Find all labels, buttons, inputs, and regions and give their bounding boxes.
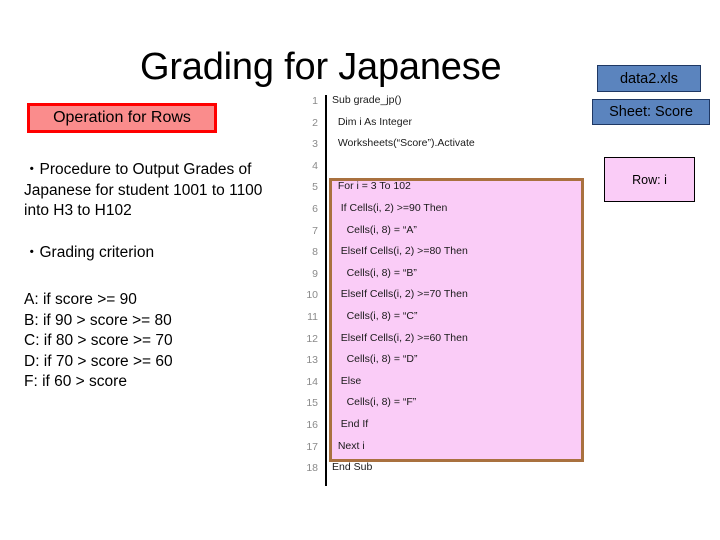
- code-line: 5 For i = 3 To 102: [296, 179, 596, 201]
- code-line-number: 2: [312, 116, 318, 129]
- code-line-number: 15: [306, 397, 318, 410]
- code-line: 8 ElseIf Cells(i, 2) >=80 Then: [296, 244, 596, 266]
- callout-file: data2.xls: [597, 65, 701, 92]
- code-line: 4: [296, 158, 596, 180]
- code-line-text: ElseIf Cells(i, 2) >=80 Then: [332, 245, 468, 258]
- code-line-number: 7: [312, 224, 318, 237]
- code-line: 3 Worksheets(“Score”).Activate: [296, 136, 596, 158]
- grading-criterion-item: A: if score >= 90: [24, 291, 137, 308]
- code-line-number: 13: [306, 354, 318, 367]
- grading-criterion-item: F: if 60 > score: [24, 373, 127, 390]
- code-line-text: For i = 3 To 102: [332, 180, 411, 193]
- code-line-number: 18: [306, 462, 318, 475]
- callout-row-label: Row: i: [632, 172, 667, 187]
- code-line-text: ElseIf Cells(i, 2) >=60 Then: [332, 331, 468, 344]
- code-line-text: End If: [332, 417, 369, 430]
- code-line-text: Cells(i, 8) = “C”: [332, 309, 418, 322]
- callout-sheet-label: Sheet: Score: [609, 104, 693, 120]
- code-line-number: 8: [312, 246, 318, 259]
- code-line: 1 Sub grade_jp(): [296, 93, 596, 115]
- code-line: 15 Cells(i, 8) = “F”: [296, 395, 596, 417]
- code-line: 12 ElseIf Cells(i, 2) >=60 Then: [296, 331, 596, 353]
- code-line-text: Cells(i, 8) = “A”: [332, 223, 417, 236]
- code-line-number: 3: [312, 138, 318, 151]
- page-title: Grading for Japanese: [140, 46, 502, 88]
- grading-criterion-item: C: if 80 > score >= 70: [24, 332, 173, 349]
- code-line: 6 If Cells(i, 2) >=90 Then: [296, 201, 596, 223]
- grading-criterion-item: D: if 70 > score >= 60: [24, 352, 173, 370]
- code-line-text: Worksheets(“Score”).Activate: [332, 137, 475, 150]
- code-line: 10 ElseIf Cells(i, 2) >=70 Then: [296, 287, 596, 309]
- code-line-number: 5: [312, 181, 318, 194]
- code-line-number: 17: [306, 440, 318, 453]
- code-line: 7 Cells(i, 8) = “A”: [296, 223, 596, 245]
- code-line-number: 16: [306, 418, 318, 431]
- callout-row: Row: i: [604, 157, 695, 202]
- slide-canvas: Grading for Japanese Operation for Rows …: [0, 0, 720, 540]
- code-line-text: Else: [332, 374, 362, 387]
- code-line-text: End Sub: [332, 461, 373, 474]
- code-line-text: Next i: [332, 439, 365, 452]
- code-line: 14 Else: [296, 374, 596, 396]
- code-line-text: Dim i As Integer: [332, 115, 412, 128]
- code-line-number: 1: [312, 95, 318, 107]
- grading-criteria-list: A: if score >= 90 B: if 90 > score >= 80 C…: [24, 290, 289, 393]
- section-badge-operation-for-rows: Operation for Rows: [27, 103, 217, 133]
- code-line: 18 End Sub: [296, 460, 596, 482]
- section-badge-label: Operation for Rows: [53, 109, 191, 126]
- code-line: 11 Cells(i, 8) = “C”: [296, 309, 596, 331]
- code-line-number: 12: [306, 332, 318, 345]
- code-line-text: ElseIf Cells(i, 2) >=70 Then: [332, 288, 468, 301]
- code-line-number: 6: [312, 202, 318, 215]
- code-line: 9 Cells(i, 8) = “B”: [296, 266, 596, 288]
- code-line-text: Cells(i, 8) = “D”: [332, 353, 418, 366]
- grading-criterion-item: B: if 90 > score >= 80: [24, 311, 172, 329]
- procedure-paragraph: ・Procedure to Output Grades of Japanese …: [24, 161, 263, 219]
- code-lines: 1 Sub grade_jp() 2 Dim i As Integer 3 Works…: [296, 93, 596, 482]
- code-line-text: Sub grade_jp(): [332, 94, 402, 106]
- code-line-number: 9: [312, 267, 318, 280]
- code-line-text: Cells(i, 8) = “F”: [332, 396, 417, 409]
- code-line: 13 Cells(i, 8) = “D”: [296, 352, 596, 374]
- code-line-text: If Cells(i, 2) >=90 Then: [332, 201, 448, 214]
- code-line: 16 End If: [296, 417, 596, 439]
- code-listing: 1 Sub grade_jp() 2 Dim i As Integer 3 Works…: [296, 93, 596, 488]
- code-line-number: 11: [307, 310, 318, 323]
- code-line-number: 14: [306, 375, 318, 388]
- callout-sheet: Sheet: Score: [592, 99, 710, 125]
- callout-file-label: data2.xls: [619, 70, 679, 87]
- code-line-text: Cells(i, 8) = “B”: [332, 266, 417, 279]
- code-line: 2 Dim i As Integer: [296, 115, 596, 137]
- code-line: 17 Next i: [296, 439, 596, 461]
- code-line-number: 4: [312, 159, 318, 172]
- grading-criterion-heading: ・Grading criterion: [24, 244, 155, 261]
- code-line-number: 10: [306, 289, 318, 302]
